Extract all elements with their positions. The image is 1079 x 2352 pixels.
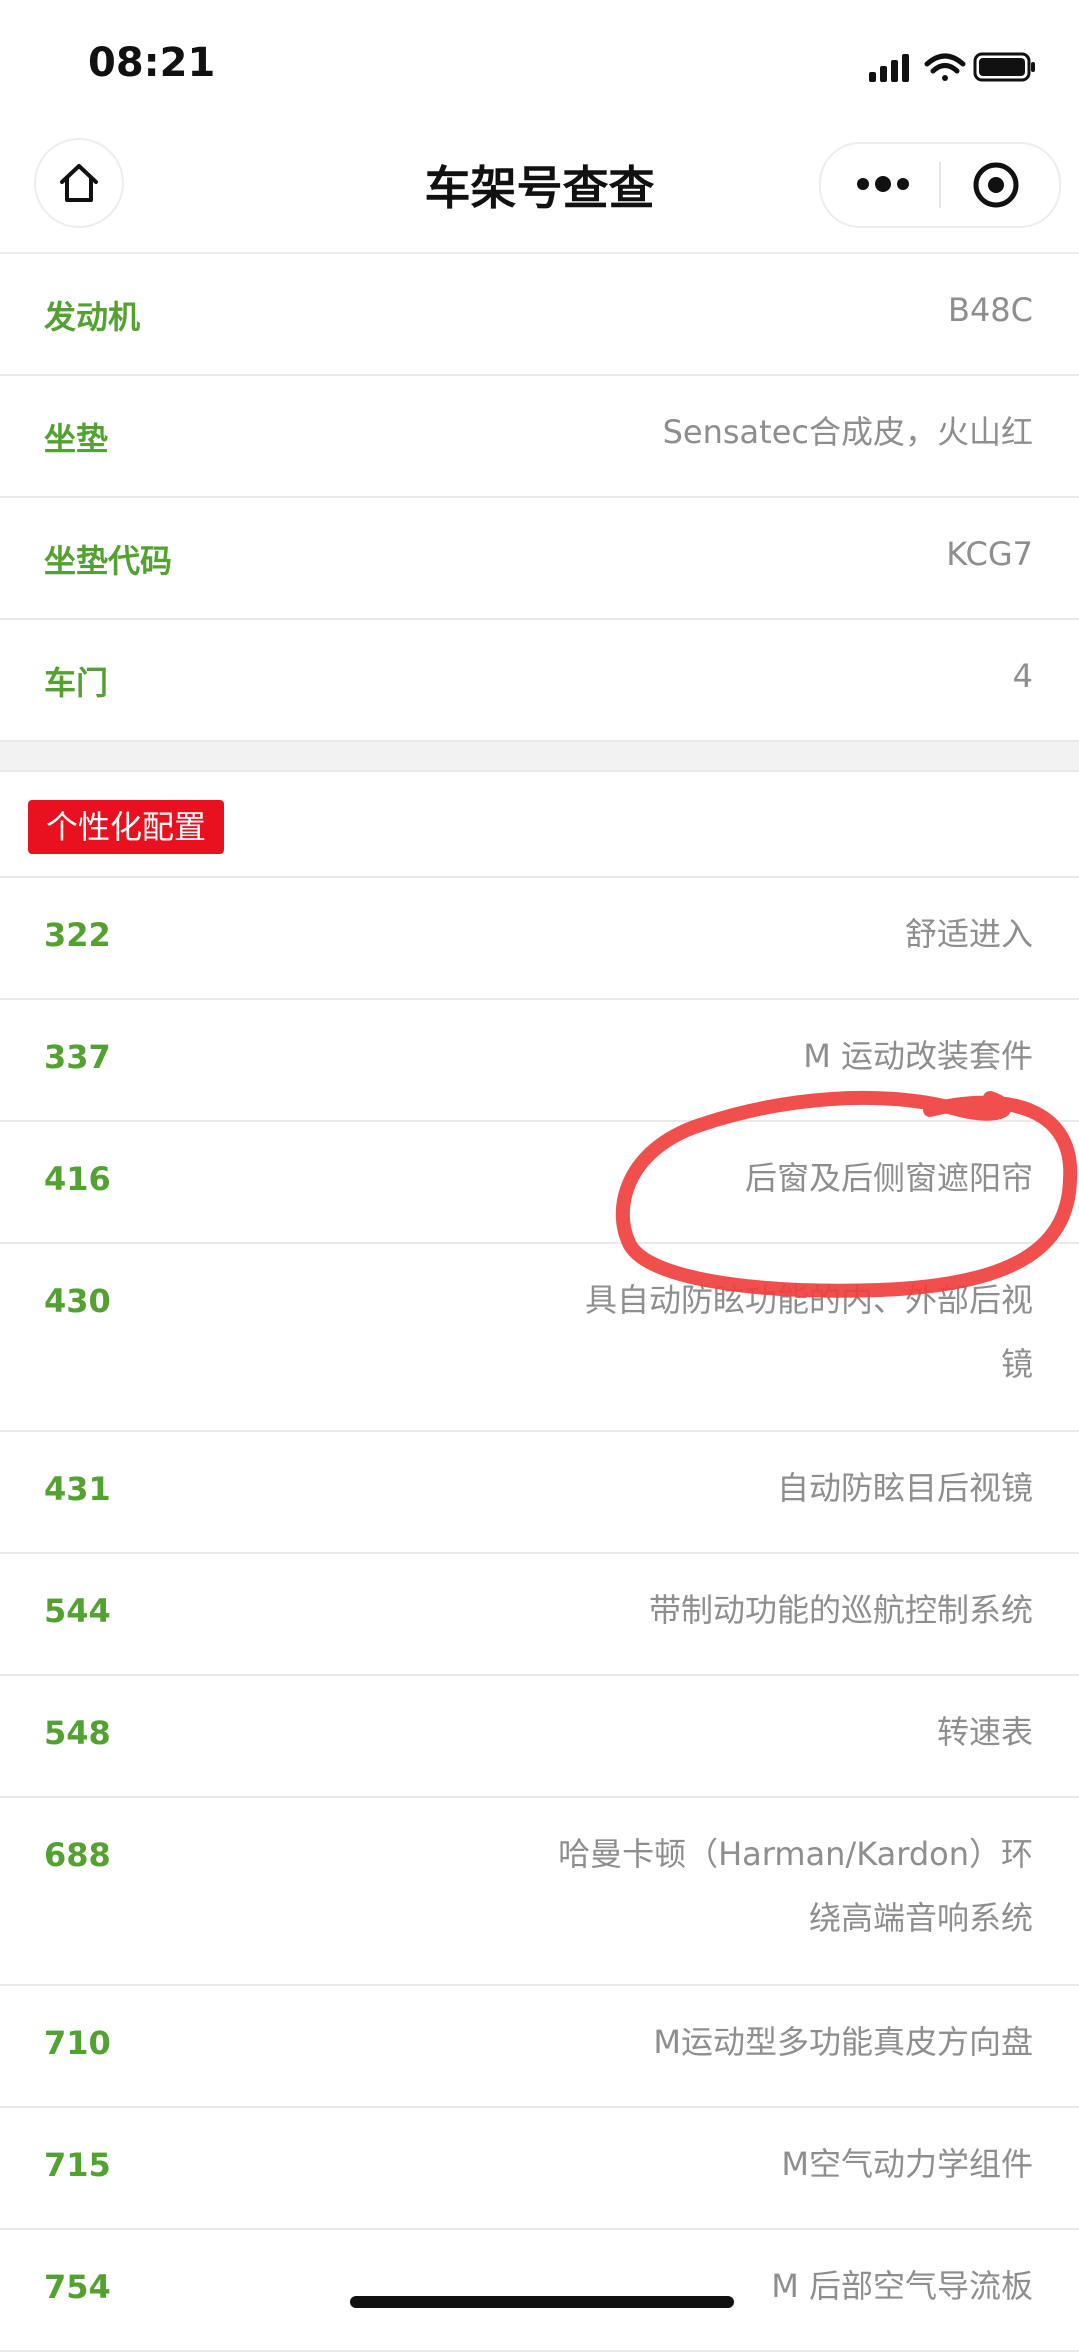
- option-code: 431: [44, 1470, 111, 1508]
- option-name-line: 具自动防眩功能的内、外部后视: [584, 1281, 1033, 1319]
- option-name: M运动型多功能真皮方向盘: [653, 2023, 1033, 2061]
- option-name-line: 绕高端音响系统: [808, 1899, 1033, 1937]
- option-name: 带制动功能的巡航控制系统: [648, 1591, 1033, 1629]
- row-label: 坐垫代码: [44, 542, 173, 580]
- option-code: 754: [44, 2268, 111, 2306]
- option-code: 715: [44, 2146, 111, 2184]
- vin-info-list: 发动机 B48C 坐垫 Sensatec合成皮，火山红 坐垫代码 KCG7 车门…: [0, 254, 1079, 2352]
- status-bar: 08:21: [0, 0, 1079, 130]
- option-code: 337: [44, 1038, 111, 1076]
- info-row-engine: 发动机 B48C: [0, 254, 1079, 376]
- option-name: 自动防眩目后视镜: [776, 1469, 1033, 1507]
- home-indicator[interactable]: [350, 2296, 734, 2308]
- option-code: 416: [44, 1160, 111, 1198]
- option-code: 322: [44, 916, 111, 954]
- capsule-divider: [939, 162, 941, 208]
- option-row: 416 后窗及后侧窗遮阳帘: [0, 1122, 1079, 1244]
- status-time: 08:21: [88, 40, 216, 86]
- menu-capsule: [819, 142, 1061, 228]
- row-label: 坐垫: [44, 420, 109, 458]
- option-name: M 后部空气导流板: [771, 2267, 1033, 2305]
- row-value: KCG7: [946, 535, 1033, 573]
- signal-icon: [869, 54, 909, 82]
- option-row: 431 自动防眩目后视镜: [0, 1432, 1079, 1554]
- option-name: M空气动力学组件: [781, 2145, 1033, 2183]
- battery-icon: [973, 52, 1035, 82]
- option-row: 322 舒适进入: [0, 878, 1079, 1000]
- info-row-seat-code: 坐垫代码 KCG7: [0, 498, 1079, 620]
- wifi-icon: [924, 53, 966, 81]
- row-label: 发动机: [44, 298, 141, 336]
- row-value: 4: [1012, 657, 1033, 695]
- option-name-line: 镜: [1000, 1345, 1033, 1383]
- row-value: B48C: [947, 291, 1033, 329]
- info-row-doors: 车门 4: [0, 620, 1079, 742]
- option-code: 688: [44, 1836, 111, 1874]
- section-header: 个性化配置: [0, 772, 1079, 878]
- close-target-icon[interactable]: [971, 160, 1021, 210]
- option-row: 544 带制动功能的巡航控制系统: [0, 1554, 1079, 1676]
- option-row: 430 具自动防眩功能的内、外部后视 镜: [0, 1244, 1079, 1432]
- option-code: 544: [44, 1592, 111, 1630]
- option-name: 后窗及后侧窗遮阳帘: [744, 1159, 1033, 1197]
- option-name: 转速表: [936, 1713, 1033, 1751]
- option-code: 710: [44, 2024, 111, 2062]
- status-icons: [869, 52, 1035, 82]
- option-row: 715 M空气动力学组件: [0, 2108, 1079, 2230]
- option-row: 337 M 运动改装套件: [0, 1000, 1079, 1122]
- option-name-line: 哈曼卡顿（Harman/Kardon）环: [558, 1835, 1033, 1873]
- option-code: 548: [44, 1714, 111, 1752]
- option-row: 710 M运动型多功能真皮方向盘: [0, 1986, 1079, 2108]
- section-tag: 个性化配置: [28, 800, 225, 854]
- row-label: 车门: [44, 664, 109, 702]
- row-value: Sensatec合成皮，火山红: [662, 413, 1033, 451]
- option-row: 688 哈曼卡顿（Harman/Kardon）环 绕高端音响系统: [0, 1798, 1079, 1986]
- option-name: M 运动改装套件: [803, 1037, 1033, 1075]
- option-code: 430: [44, 1282, 111, 1320]
- option-name: 舒适进入: [904, 915, 1033, 953]
- more-dots-icon[interactable]: [855, 166, 911, 202]
- info-row-seat: 坐垫 Sensatec合成皮，火山红: [0, 376, 1079, 498]
- option-row: 548 转速表: [0, 1676, 1079, 1798]
- nav-bar: 车架号查查: [0, 130, 1079, 254]
- section-gap: [0, 742, 1079, 772]
- option-name: 哈曼卡顿（Harman/Kardon）环 绕高端音响系统: [558, 1822, 1033, 1950]
- option-name: 具自动防眩功能的内、外部后视 镜: [585, 1268, 1033, 1396]
